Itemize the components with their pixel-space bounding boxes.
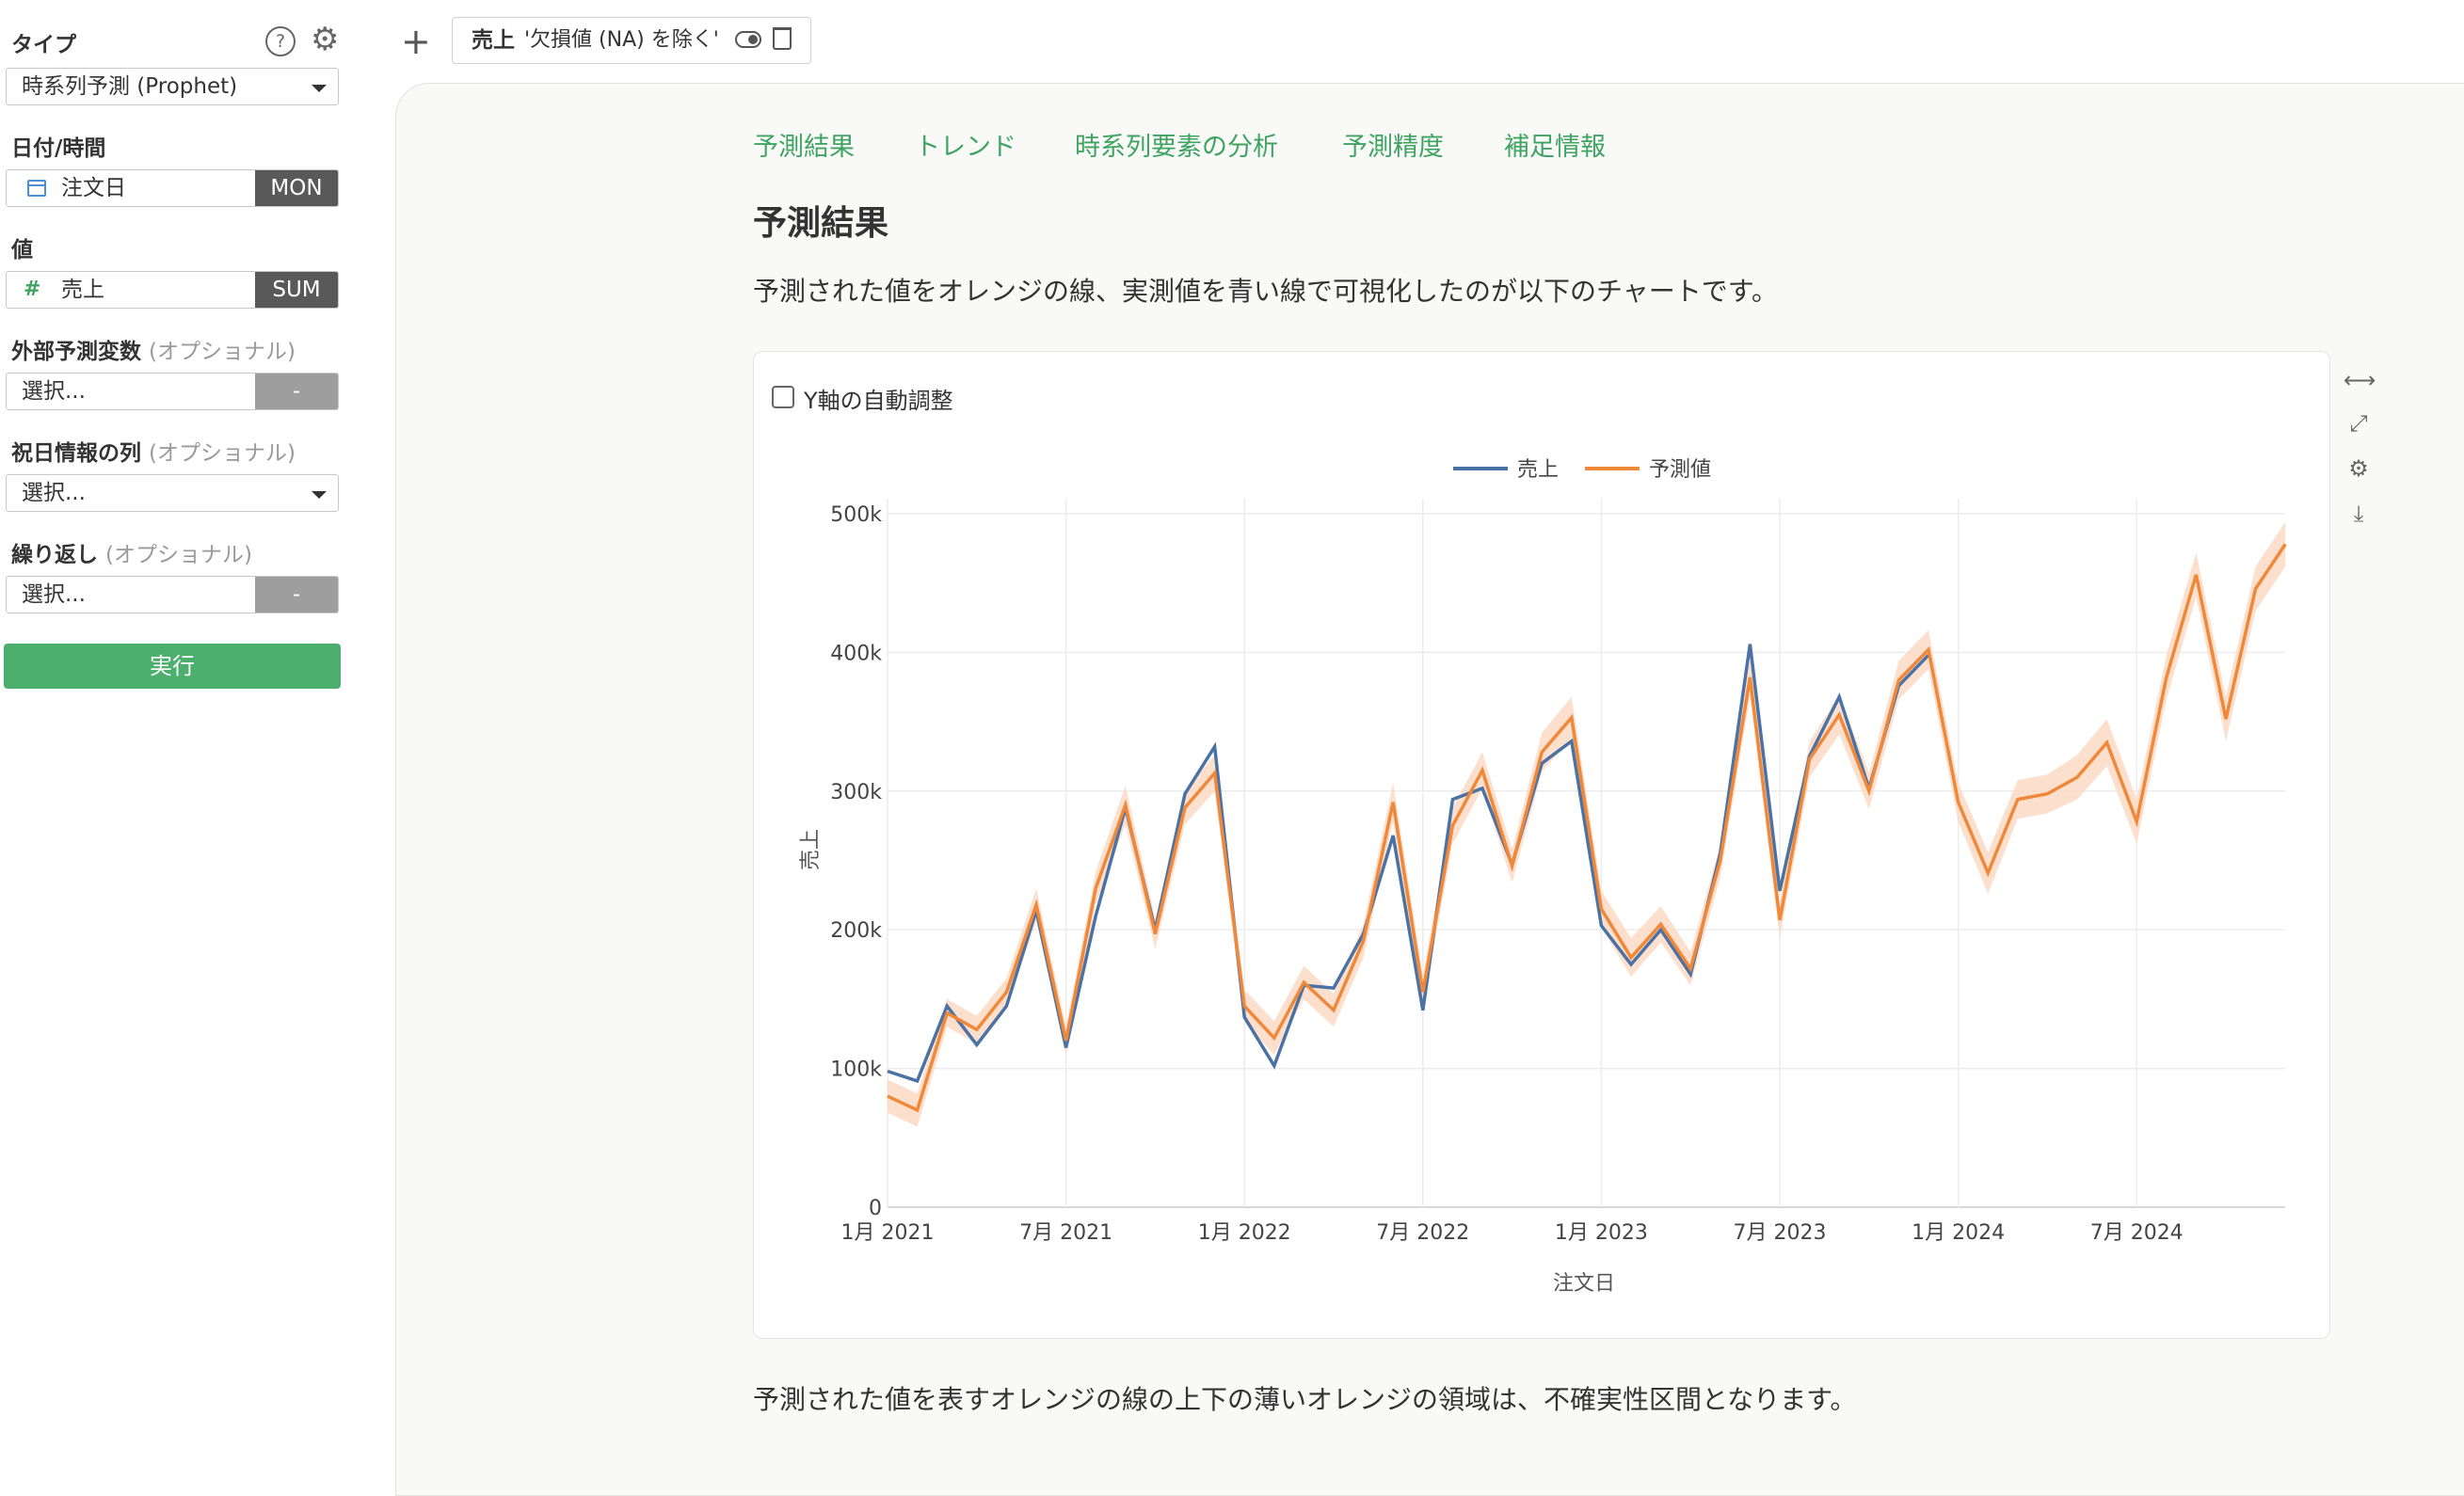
external-regressor-dash-button[interactable]: - [255, 374, 338, 409]
date-label: 日付/時間 [11, 136, 106, 161]
footer-text: 予測された値を表すオレンジの線の上下の薄いオレンジの領域は、不確実性区間となりま… [753, 1384, 1857, 1415]
filter-chip[interactable]: 売上 '欠損値 (NA) を除く' [452, 17, 811, 64]
optional-hint: (オプショナル) [149, 441, 296, 466]
chevron-down-icon [312, 491, 327, 499]
x-tick-label: 7月 2023 [1734, 1221, 1827, 1245]
horizontal-expand-icon[interactable]: ⟷ [2344, 367, 2376, 393]
trash-icon[interactable] [773, 27, 792, 50]
add-step-button[interactable]: + [401, 19, 431, 64]
repeat-label: 繰り返し (オプショナル) [11, 536, 252, 568]
x-tick-label: 7月 2022 [1376, 1221, 1469, 1245]
value-column-field[interactable]: # 売上 SUM [6, 271, 339, 309]
tab-forecast-result[interactable]: 予測結果 [753, 126, 855, 163]
download-icon[interactable]: ⤓ [2344, 501, 2374, 527]
y-axis-label: 売上 [799, 829, 823, 870]
fullscreen-icon[interactable]: ⤢ [2344, 410, 2374, 437]
y-tick-label: 100k [830, 1058, 882, 1082]
y-tick-labels: 0 100k 200k 300k 400k 500k [830, 503, 882, 1220]
x-tick-labels: 1月 2021 7月 2021 1月 2022 7月 2022 1月 2023 7月 20… [841, 1221, 2184, 1245]
holiday-label-text: 祝日情報の列 [11, 441, 141, 466]
external-regressor-field[interactable]: 選択... - [6, 373, 339, 410]
holiday-label: 祝日情報の列 (オプショナル) [11, 435, 296, 467]
section-title: 予測結果 [753, 204, 889, 243]
repeat-dash-button[interactable]: - [255, 577, 338, 613]
external-regressor-label-text: 外部予測変数 [11, 340, 141, 364]
type-select[interactable]: 時系列予測 (Prophet) [6, 68, 339, 105]
date-column-field[interactable]: 注文日 MON [6, 169, 339, 207]
calendar-icon [27, 180, 46, 197]
repeat-placeholder: 選択... [22, 582, 86, 607]
forecast-chart: 0100k200k300k400k500k 1月 2021 7月 2021 1月 2… [799, 458, 2287, 1296]
tab-trend[interactable]: トレンド [915, 126, 1016, 163]
y-tick-label: 400k [830, 642, 882, 665]
legend-label-actual: 売上 [1517, 458, 1559, 482]
legend-label-forecast: 予測値 [1649, 458, 1711, 482]
gear-icon[interactable]: ⚙ [311, 23, 339, 56]
optional-hint: (オプショナル) [105, 543, 252, 567]
help-icon[interactable]: ? [265, 26, 296, 56]
date-aggregation-button[interactable]: MON [255, 170, 338, 206]
x-tick-label: 1月 2023 [1555, 1221, 1648, 1245]
tab-accuracy[interactable]: 予測精度 [1342, 126, 1444, 163]
chevron-down-icon [312, 85, 327, 92]
filter-condition: '欠損値 (NA) を除く' [524, 28, 719, 52]
optional-hint: (オプショナル) [149, 340, 296, 364]
holiday-select-placeholder: 選択... [22, 481, 86, 505]
value-column-value: 売上 [61, 278, 104, 302]
type-label: タイプ [11, 33, 76, 57]
number-icon: # [24, 278, 41, 301]
external-regressor-placeholder: 選択... [22, 379, 86, 404]
external-regressor-label: 外部予測変数 (オプショナル) [11, 333, 296, 365]
x-axis-label: 注文日 [1553, 1272, 1615, 1296]
value-label: 値 [11, 238, 33, 263]
y-tick-label: 500k [830, 503, 882, 527]
repeat-field[interactable]: 選択... - [6, 576, 339, 613]
filter-column: 売上 [472, 28, 515, 53]
toggle-icon[interactable] [735, 31, 761, 48]
x-tick-label: 7月 2024 [2090, 1221, 2184, 1245]
y-tick-label: 0 [869, 1197, 882, 1220]
x-tick-label: 7月 2021 [1019, 1221, 1112, 1245]
chart-grid [887, 499, 2286, 1208]
type-select-value: 時系列予測 (Prophet) [22, 74, 238, 99]
y-tick-label: 300k [830, 781, 882, 804]
run-button[interactable]: 実行 [4, 644, 341, 689]
tab-seasonality[interactable]: 時系列要素の分析 [1075, 126, 1278, 163]
x-tick-label: 1月 2022 [1198, 1221, 1291, 1245]
tab-supplement[interactable]: 補足情報 [1504, 126, 1606, 163]
x-tick-label: 1月 2024 [1912, 1221, 2005, 1245]
y-tick-label: 200k [830, 919, 882, 943]
x-tick-label: 1月 2021 [841, 1221, 935, 1245]
date-column-value: 注文日 [61, 176, 126, 200]
settings-panel: タイプ ? ⚙ 時系列予測 (Prophet) 日付/時間 注文日 MON 値 … [0, 0, 350, 1445]
chart-legend: 売上 予測値 [1453, 458, 1711, 482]
repeat-label-text: 繰り返し [11, 543, 98, 567]
intro-text: 予測された値をオレンジの線、実測値を青い線で可視化したのが以下のチャートです。 [753, 276, 1778, 307]
holiday-select[interactable]: 選択... [6, 474, 339, 512]
chart-settings-icon[interactable]: ⚙ [2344, 455, 2374, 482]
value-aggregation-button[interactable]: SUM [255, 272, 338, 308]
